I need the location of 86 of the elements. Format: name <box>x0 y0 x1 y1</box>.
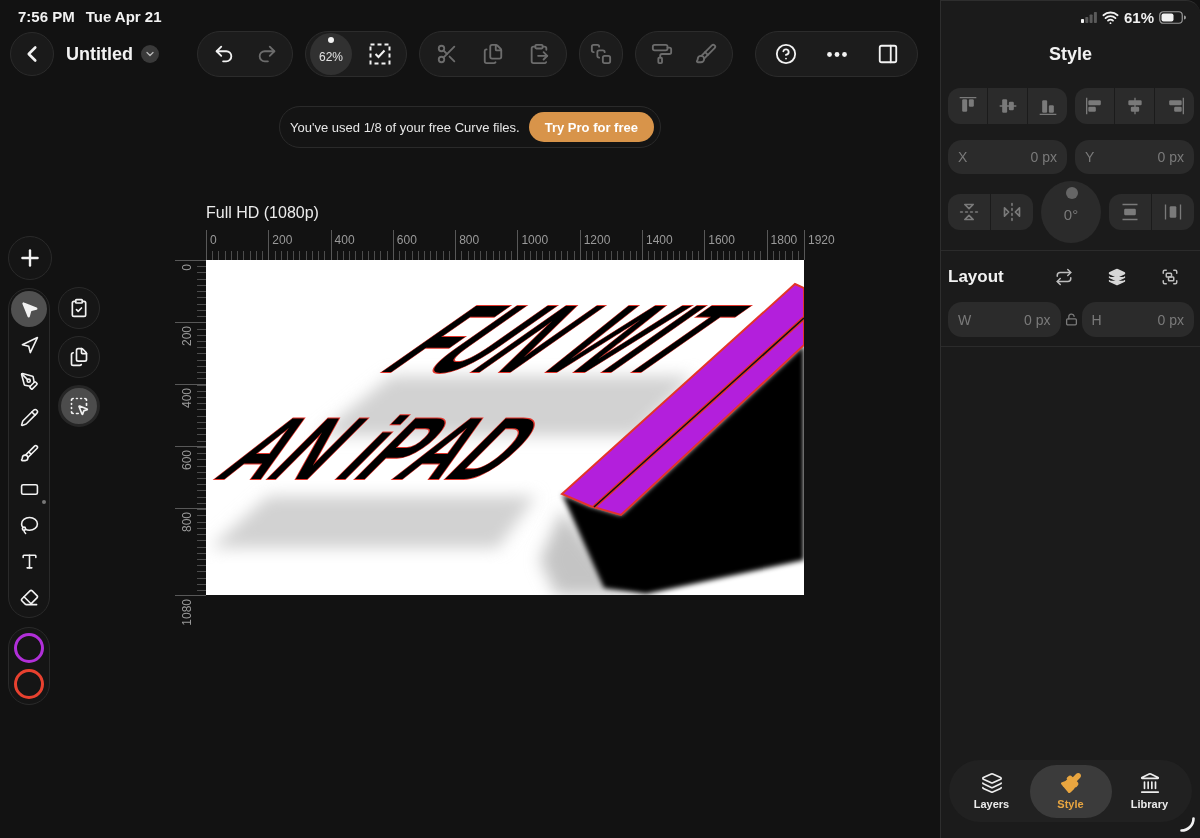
help-icon <box>774 43 797 65</box>
color-swatch-icon[interactable] <box>14 633 44 663</box>
panel-title: Style <box>1049 43 1092 65</box>
distribute-vertical-icon <box>1120 202 1140 222</box>
add-button[interactable] <box>8 236 52 280</box>
ruler-label: 800 <box>459 233 480 247</box>
more-icon <box>826 51 847 57</box>
brush-icon <box>19 443 39 463</box>
field-value: 0 px <box>1030 149 1057 165</box>
ruler-label: 1000 <box>521 233 549 247</box>
field-label: Y <box>1085 149 1095 165</box>
repeat-icon[interactable] <box>1055 268 1073 286</box>
battery-icon <box>1159 10 1186 24</box>
ruler-label: 0 <box>210 233 217 247</box>
field-label: W <box>958 311 972 328</box>
panel-tab[interactable]: Layers <box>953 764 1030 818</box>
back-button[interactable] <box>10 32 54 76</box>
artwork-text: AN iPAD <box>210 416 554 482</box>
ruler-label: 1200 <box>583 233 611 247</box>
flip-horizontal-icon <box>1002 202 1022 222</box>
ruler-label: 400 <box>180 388 194 409</box>
unlock-icon[interactable] <box>1064 313 1078 326</box>
try-pro-button[interactable]: Try Pro for free <box>528 112 654 142</box>
field-label: X <box>958 149 968 165</box>
field-value: 0 px <box>1024 311 1051 328</box>
layers-icon[interactable] <box>1108 268 1126 286</box>
layers-icon <box>980 772 1003 794</box>
panel-tab[interactable]: Style <box>1029 764 1112 818</box>
arrow-pointer-icon <box>19 299 39 319</box>
ruler-label: 800 <box>180 512 194 533</box>
battery-percent: 61% <box>1123 8 1154 26</box>
clipboard-icon <box>528 43 550 65</box>
ruler-label: 1400 <box>645 233 673 247</box>
color-swatch-icon[interactable] <box>14 669 44 699</box>
stacked-squares-icon <box>590 43 612 65</box>
sidebar-icon <box>876 43 899 65</box>
files-icon <box>69 347 89 367</box>
ruler-label: 1600 <box>708 233 735 247</box>
eraser-icon <box>19 587 39 607</box>
title-menu-button[interactable] <box>141 45 159 63</box>
ruler-label: 600 <box>180 450 194 471</box>
paintbrush-icon <box>1059 772 1082 794</box>
banner-message: You've used 1/8 of your free Curve files. <box>290 119 520 135</box>
field-value: 0 px <box>1157 311 1184 328</box>
ruler-label: 1800 <box>770 233 798 247</box>
dashed-check-icon <box>369 43 391 65</box>
distribute-horizontal-icon <box>1163 202 1183 222</box>
ruler-label: 400 <box>334 233 355 247</box>
clipboard-check-icon <box>69 298 89 318</box>
group-icon[interactable] <box>1161 268 1179 286</box>
panel-tab[interactable]: Library <box>1111 764 1188 818</box>
files-icon <box>482 43 504 65</box>
status-time: 7:56 PM <box>18 8 75 25</box>
paint-roller-icon <box>651 43 673 65</box>
pen-nib-icon <box>19 371 39 391</box>
option-button[interactable] <box>58 287 100 329</box>
zoom-button[interactable]: 62% <box>310 33 352 75</box>
dashed-select-icon <box>69 396 89 416</box>
columns-building-icon <box>1138 772 1161 794</box>
text-icon <box>19 551 39 571</box>
field-value: 0 px <box>1157 149 1184 165</box>
tool-button[interactable] <box>11 291 47 327</box>
rotation-value: 0° <box>1063 205 1079 223</box>
document-title[interactable]: Untitled <box>66 43 133 65</box>
ruler-label: 200 <box>180 326 194 347</box>
option-button[interactable] <box>58 385 100 427</box>
ruler-label: 600 <box>396 233 417 247</box>
ruler-label: 1920 <box>808 233 835 247</box>
flip-vertical-icon <box>959 202 979 222</box>
artboard-title: Full HD (1080p) <box>206 203 319 223</box>
pencil-icon <box>19 407 39 427</box>
option-button[interactable] <box>58 336 100 378</box>
scissors-icon <box>436 43 458 65</box>
ruler-label: 0 <box>180 264 194 271</box>
navigation-arrow-icon <box>19 335 39 355</box>
ruler-label: 200 <box>272 233 293 247</box>
signal-icon <box>1080 11 1097 23</box>
indicator-dot-icon <box>328 37 334 43</box>
section-title: Layout <box>948 267 1004 287</box>
brush-icon <box>695 43 717 65</box>
status-date: Tue Apr 21 <box>85 8 162 25</box>
field-label: H <box>1091 311 1102 328</box>
align-middle-icon <box>997 96 1018 116</box>
corner-handle-icon[interactable] <box>1180 817 1195 832</box>
lasso-icon <box>19 515 39 535</box>
ruler-label: 1080 <box>180 599 194 626</box>
